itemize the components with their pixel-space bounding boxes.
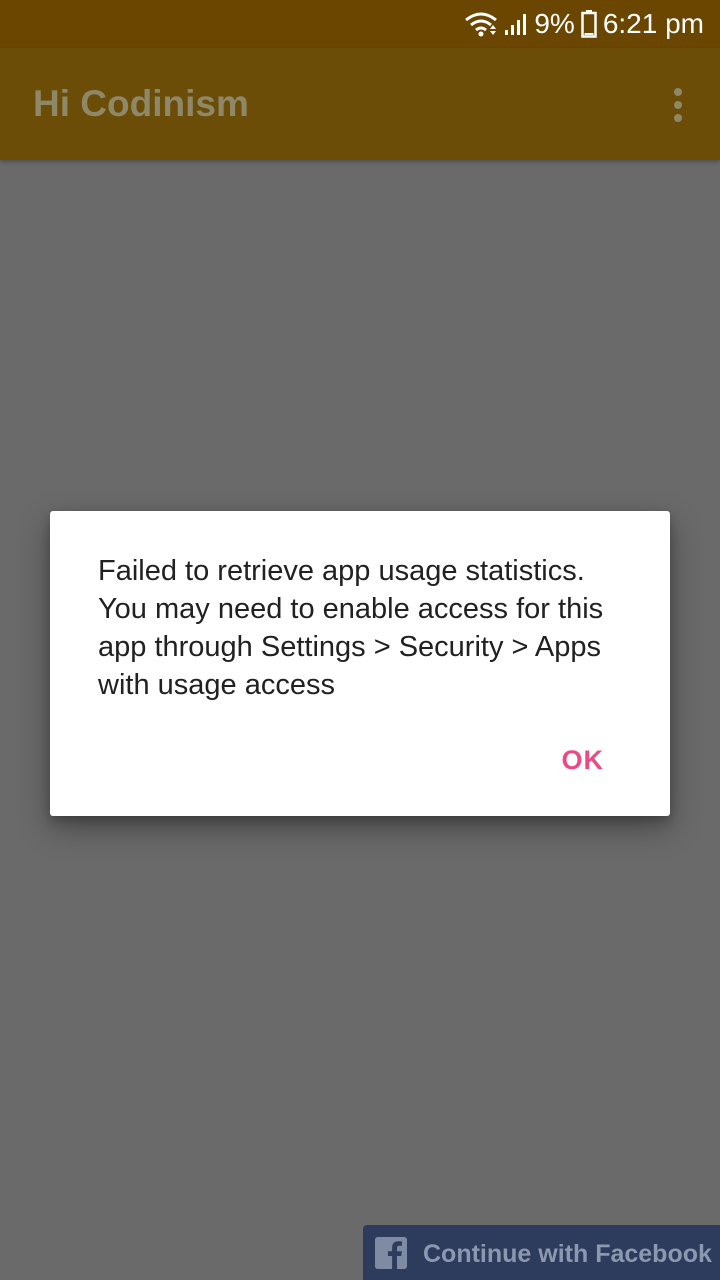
- signal-icon: [504, 12, 528, 36]
- battery-icon: [581, 10, 597, 38]
- menu-dot: [674, 88, 682, 96]
- menu-dot: [674, 114, 682, 122]
- overflow-menu-icon[interactable]: [670, 88, 686, 122]
- battery-percent: 9%: [534, 8, 575, 39]
- continue-with-facebook-button[interactable]: Continue with Facebook: [363, 1225, 720, 1280]
- app-bar: Hi Codinism: [0, 48, 720, 160]
- app-title: Hi Codinism: [33, 83, 249, 124]
- status-bar: 9% 6:21 pm: [0, 0, 720, 48]
- dialog-message: Failed to retrieve app usage statistics.…: [98, 555, 604, 701]
- facebook-button-label: Continue with Facebook: [423, 1240, 712, 1268]
- menu-dot: [674, 101, 682, 109]
- usage-access-dialog: Failed to retrieve app usage statistics.…: [50, 511, 670, 816]
- ok-button[interactable]: OK: [562, 745, 605, 776]
- clock-time: 6:21 pm: [602, 8, 704, 39]
- wifi-icon: [464, 11, 498, 37]
- status-icons: 9% 6:21 pm: [464, 0, 704, 48]
- facebook-icon: [375, 1237, 407, 1269]
- screen: 9% 6:21 pm Hi Codinism Failed to retriev…: [0, 0, 720, 1280]
